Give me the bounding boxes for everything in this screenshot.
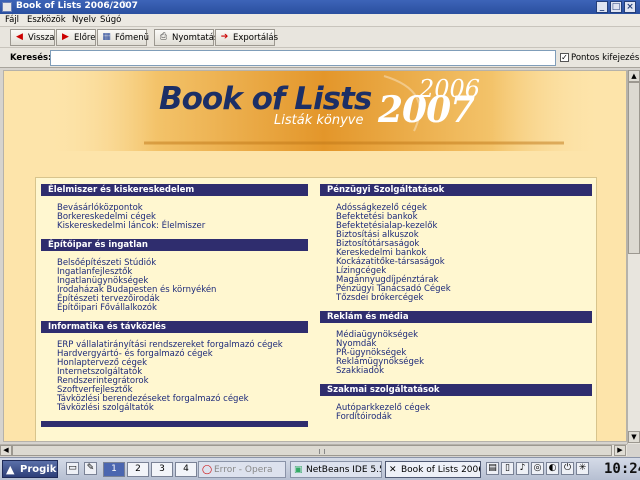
start-label: Progik bbox=[20, 464, 57, 475]
category-header: Szakmai szolgáltatások bbox=[320, 384, 592, 396]
banner: Book of Lists Listák könyve 2006 2007 bbox=[4, 71, 626, 151]
task-netbeans[interactable]: ▣ NetBeans IDE 5.5 bbox=[290, 461, 382, 478]
task-label: Error - Opera bbox=[214, 465, 273, 475]
exact-phrase-checkbox[interactable]: ✓ bbox=[560, 53, 569, 62]
swirl-icon: ☽ bbox=[118, 0, 127, 11]
exact-phrase-label[interactable]: Pontos kifejezés bbox=[571, 53, 639, 63]
category-header: Élelmiszer és kiskereskedelem bbox=[41, 184, 308, 196]
tray-document-icon[interactable]: ▯ bbox=[501, 462, 514, 475]
print-button[interactable]: ⎙ Nyomtatás bbox=[154, 29, 218, 46]
task-opera[interactable]: ◯ Error - Opera bbox=[198, 461, 286, 478]
list-item[interactable]: Tőzsdei brókercégek bbox=[336, 294, 592, 303]
left-column: Élelmiszer és kiskereskedelem Bevásárlók… bbox=[41, 184, 308, 427]
export-icon: ➔ bbox=[220, 32, 229, 42]
list-item[interactable]: Fordítóirodák bbox=[336, 413, 592, 422]
category-header: Építőipar és ingatlan bbox=[41, 239, 308, 251]
export-label: Exportálás bbox=[233, 33, 279, 43]
grip-icon bbox=[319, 449, 325, 454]
tray-bluetooth-icon[interactable]: ✳ bbox=[576, 462, 589, 475]
tux-icon: ▲ bbox=[6, 463, 15, 476]
vertical-scrollbar[interactable]: ▲ ▼ bbox=[627, 70, 640, 444]
clock: 10:24 bbox=[604, 461, 640, 477]
banner-title: Book of Lists bbox=[159, 81, 372, 117]
menu-bar: Fájl Eszközök Nyelv Súgó bbox=[0, 14, 640, 27]
horizontal-scrollbar[interactable]: ◀ ▶ bbox=[0, 444, 627, 456]
forward-button[interactable]: ▶ Előre bbox=[56, 29, 96, 46]
scroll-up-arrow-icon[interactable]: ▲ bbox=[628, 70, 640, 82]
scroll-left-arrow-icon[interactable]: ◀ bbox=[0, 445, 12, 456]
list-item[interactable]: Szakkiadók bbox=[336, 367, 592, 376]
workspace-1[interactable]: 1 bbox=[103, 462, 125, 477]
tray-network-icon[interactable]: ◎ bbox=[531, 462, 544, 475]
toolbar: ◀ Vissza ▶ Előre ▦ Főmenü ⎙ Nyomtatás ➔ … bbox=[0, 27, 640, 48]
workspace-4[interactable]: 4 bbox=[175, 462, 197, 477]
list-item[interactable]: Kiskereskedelmi láncok: Élelmiszer bbox=[57, 222, 308, 231]
task-book-of-lists[interactable]: ✕ Book of Lists 2006/20 bbox=[385, 461, 481, 478]
home-label: Főmenü bbox=[115, 33, 150, 43]
tray-volume-icon[interactable]: ◐ bbox=[546, 462, 559, 475]
opera-icon: ◯ bbox=[202, 465, 213, 475]
category-header-partial bbox=[41, 421, 308, 427]
list-item[interactable]: Távközlési szolgáltatók bbox=[57, 404, 308, 413]
forward-label: Előre bbox=[74, 33, 96, 43]
maximize-button[interactable]: □ bbox=[610, 1, 622, 13]
back-arrow-icon: ◀ bbox=[16, 32, 23, 42]
home-button[interactable]: ▦ Főmenü bbox=[97, 29, 150, 46]
back-button[interactable]: ◀ Vissza bbox=[10, 29, 55, 46]
vertical-scroll-thumb[interactable] bbox=[628, 82, 640, 254]
tray-monitor-icon[interactable]: ▤ bbox=[486, 462, 499, 475]
category-header: Pénzügyi Szolgáltatások bbox=[320, 184, 592, 196]
task-label: NetBeans IDE 5.5 bbox=[306, 465, 382, 475]
category-panel: Élelmiszer és kiskereskedelem Bevásárlók… bbox=[35, 177, 597, 441]
content-area: Book of Lists Listák könyve 2006 2007 Él… bbox=[3, 70, 627, 442]
search-row: Keresés: ✓ Pontos kifejezés bbox=[0, 48, 640, 68]
menu-tools[interactable]: Eszközök bbox=[27, 15, 66, 25]
home-icon: ▦ bbox=[102, 32, 111, 42]
banner-subtitle: Listák könyve bbox=[274, 113, 364, 128]
export-button[interactable]: ➔ Exportálás bbox=[215, 29, 279, 46]
right-column: Pénzügyi Szolgáltatások Adósságkezelő cé… bbox=[320, 184, 592, 430]
menu-file[interactable]: Fájl bbox=[5, 15, 19, 25]
tray-sound-icon[interactable]: ♪ bbox=[516, 462, 529, 475]
print-icon: ⎙ bbox=[159, 32, 168, 42]
banner-year-2007: 2007 bbox=[378, 89, 475, 131]
horizontal-scroll-thumb[interactable] bbox=[12, 445, 612, 456]
app-icon[interactable] bbox=[2, 2, 12, 12]
tools-icon[interactable]: ✎ bbox=[84, 462, 97, 475]
search-input[interactable] bbox=[50, 50, 556, 66]
forward-arrow-icon: ▶ bbox=[62, 32, 69, 42]
title-bar[interactable]: Book of Lists 2006/2007 ☽ _ □ × bbox=[0, 0, 640, 14]
tray-power-icon[interactable]: ⏻ bbox=[561, 462, 574, 475]
workspace-3[interactable]: 3 bbox=[151, 462, 173, 477]
back-label: Vissza bbox=[28, 33, 55, 43]
category-header: Reklám és média bbox=[320, 311, 592, 323]
task-label: Book of Lists 2006/20 bbox=[401, 465, 480, 475]
terminal-icon[interactable]: ▭ bbox=[66, 462, 79, 475]
scroll-down-arrow-icon[interactable]: ▼ bbox=[628, 431, 640, 443]
close-button[interactable]: × bbox=[624, 1, 636, 13]
list-item[interactable]: Építőipari Fővállalkozók bbox=[57, 304, 308, 313]
category-header: Informatika és távközlés bbox=[41, 321, 308, 333]
search-label: Keresés: bbox=[10, 53, 52, 63]
print-label: Nyomtatás bbox=[172, 33, 219, 43]
workspace-2[interactable]: 2 bbox=[127, 462, 149, 477]
taskbar: ▲ Progik ▭ ✎ 1 2 3 4 ◯ Error - Opera ▣ N… bbox=[0, 457, 640, 480]
menu-help[interactable]: Súgó bbox=[100, 15, 121, 25]
menu-language[interactable]: Nyelv bbox=[72, 15, 96, 25]
x-window-icon: ✕ bbox=[389, 465, 397, 475]
scroll-right-arrow-icon[interactable]: ▶ bbox=[614, 445, 626, 456]
minimize-button[interactable]: _ bbox=[596, 1, 608, 13]
netbeans-icon: ▣ bbox=[294, 465, 303, 475]
start-button[interactable]: ▲ Progik bbox=[2, 460, 58, 478]
